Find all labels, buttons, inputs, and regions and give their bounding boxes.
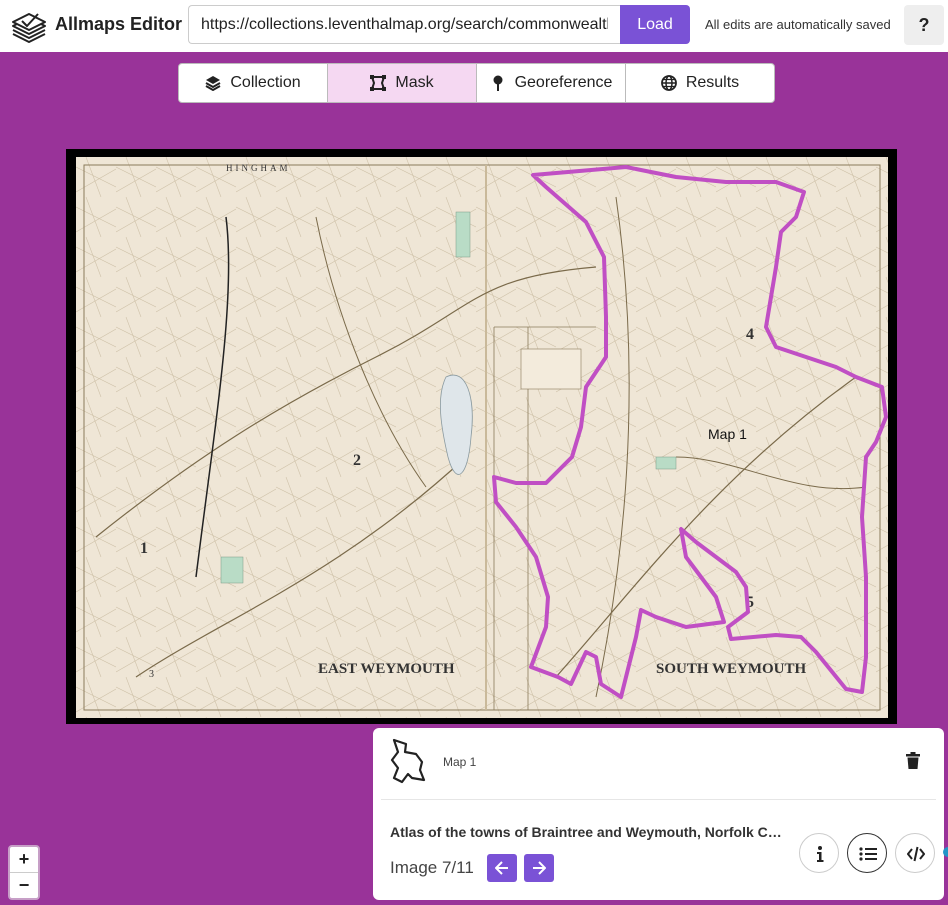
panel-map-name: Map 1 — [443, 755, 477, 769]
map-info-panel: Map 1 Atlas of the towns of Braintree an… — [373, 728, 944, 900]
load-button[interactable]: Load — [620, 5, 690, 44]
map-label-1: 1 — [140, 540, 148, 557]
app-title: Allmaps Editor — [55, 14, 183, 34]
panel-edge-handle[interactable] — [943, 847, 948, 857]
tab-georeference-label: Georeference — [514, 74, 613, 91]
map-label-3: 3 — [149, 669, 154, 680]
code-icon — [907, 846, 925, 862]
zoom-out-button[interactable]: − — [10, 873, 38, 898]
map-label-south-weymouth: SOUTH WEYMOUTH — [656, 661, 806, 677]
tab-mask-label: Mask — [395, 74, 434, 91]
mask-label: Map 1 — [708, 426, 747, 442]
zoom-control: + − — [8, 845, 40, 900]
layers-icon — [205, 76, 221, 91]
map-label-hingham: HINGHAM — [226, 163, 291, 173]
list-button[interactable] — [847, 833, 887, 873]
url-input[interactable] — [189, 6, 620, 43]
pin-icon — [493, 75, 503, 91]
info-button[interactable] — [799, 833, 839, 873]
mode-tabs: Collection Mask Georeference Results — [178, 63, 775, 103]
tab-mask[interactable]: Mask — [328, 64, 477, 102]
map-label-2: 2 — [353, 452, 361, 469]
tab-georeference[interactable]: Georeference — [477, 64, 626, 102]
mask-icon — [370, 75, 387, 91]
header-bar: Allmaps Editor Load All edits are automa… — [0, 0, 948, 52]
previous-image-button[interactable] — [487, 854, 517, 882]
arrow-left-icon — [495, 861, 508, 875]
arrow-right-icon — [533, 861, 546, 875]
info-icon — [817, 846, 824, 862]
zoom-in-button[interactable]: + — [10, 847, 38, 872]
panel-divider — [381, 799, 936, 800]
map-image[interactable]: HINGHAM EAST WEYMOUTH SOUTH WEYMOUTH 1 2… — [76, 157, 888, 718]
code-button[interactable] — [895, 833, 935, 873]
atlas-title: Atlas of the towns of Braintree and Weym… — [390, 824, 790, 840]
allmaps-logo-icon — [12, 13, 46, 43]
tab-collection[interactable]: Collection — [179, 64, 328, 102]
next-image-button[interactable] — [524, 854, 554, 882]
tab-results-label: Results — [685, 74, 740, 91]
url-field[interactable] — [188, 5, 620, 44]
delete-trash-icon[interactable] — [905, 752, 921, 770]
map-label-east-weymouth: EAST WEYMOUTH — [318, 661, 455, 677]
image-counter: Image 7/11 — [390, 858, 474, 877]
globe-icon — [660, 75, 677, 91]
map-mask-thumbnail-icon[interactable] — [388, 738, 426, 784]
map-label-4: 4 — [746, 326, 754, 343]
help-button[interactable]: ? — [904, 5, 944, 45]
tab-results[interactable]: Results — [626, 64, 774, 102]
list-icon — [859, 847, 877, 861]
save-status-text: All edits are automatically saved — [705, 17, 891, 32]
tab-collection-label: Collection — [230, 74, 301, 91]
